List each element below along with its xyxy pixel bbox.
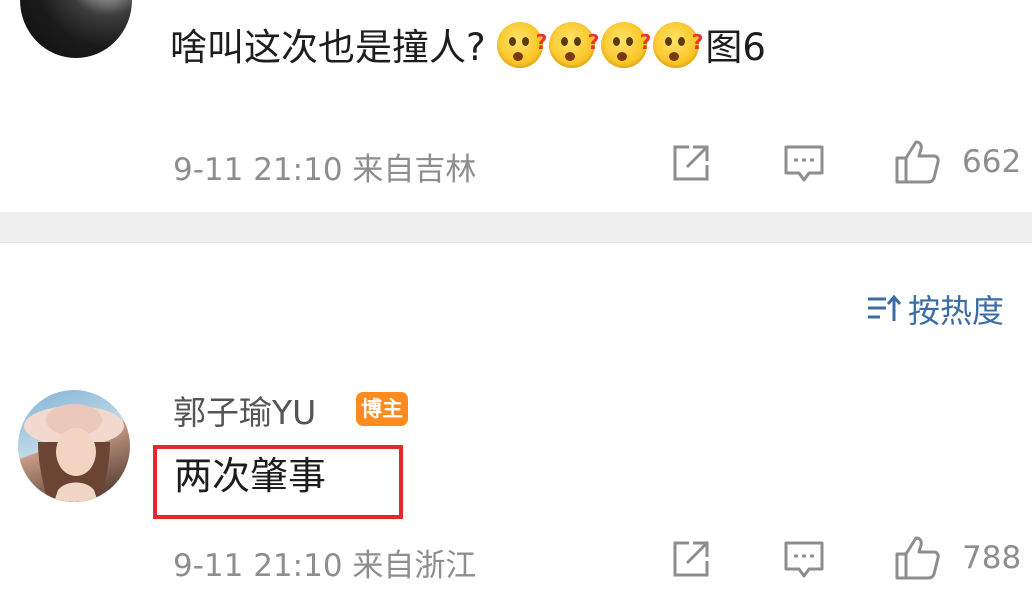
highlight-box bbox=[153, 445, 403, 519]
author-badge: 博主 bbox=[356, 392, 408, 426]
confused-face-icon: ? bbox=[549, 22, 599, 68]
sort-button[interactable]: 按热度 bbox=[866, 286, 1004, 332]
comment-meta: 9-11 21:10 来自吉林 bbox=[173, 144, 476, 189]
comment-location: 来自浙江 bbox=[352, 548, 477, 584]
comment-time: 9-11 21:10 bbox=[173, 152, 343, 188]
avatar[interactable] bbox=[20, 0, 132, 58]
confused-face-icon: ? bbox=[601, 22, 651, 68]
comment-icon[interactable] bbox=[782, 141, 826, 185]
avatar-image bbox=[24, 404, 124, 502]
comment-meta: 9-11 21:10 来自浙江 bbox=[173, 540, 476, 585]
section-divider bbox=[0, 212, 1032, 243]
confused-face-icon: ? bbox=[497, 22, 547, 68]
comment-location: 来自吉林 bbox=[352, 152, 477, 188]
avatar[interactable] bbox=[18, 390, 130, 502]
comment-image-link[interactable]: 图6 bbox=[705, 26, 766, 69]
like-count: 662 bbox=[962, 144, 1022, 180]
like-icon[interactable] bbox=[894, 138, 942, 186]
username[interactable]: 郭子瑜YU bbox=[173, 386, 316, 434]
confused-face-icon: ? bbox=[653, 22, 703, 68]
comment-body: 啥叫这次也是撞人? bbox=[170, 26, 486, 69]
sort-label: 按热度 bbox=[908, 292, 1005, 330]
sort-icon bbox=[868, 294, 902, 321]
like-count: 788 bbox=[962, 540, 1022, 576]
like-icon[interactable] bbox=[894, 534, 942, 582]
share-icon[interactable] bbox=[669, 141, 713, 185]
comment-time: 9-11 21:10 bbox=[173, 548, 343, 584]
comment-text: 啥叫这次也是撞人? ???? 图6 bbox=[170, 22, 766, 74]
comment-icon[interactable] bbox=[782, 537, 826, 581]
share-icon[interactable] bbox=[669, 537, 713, 581]
